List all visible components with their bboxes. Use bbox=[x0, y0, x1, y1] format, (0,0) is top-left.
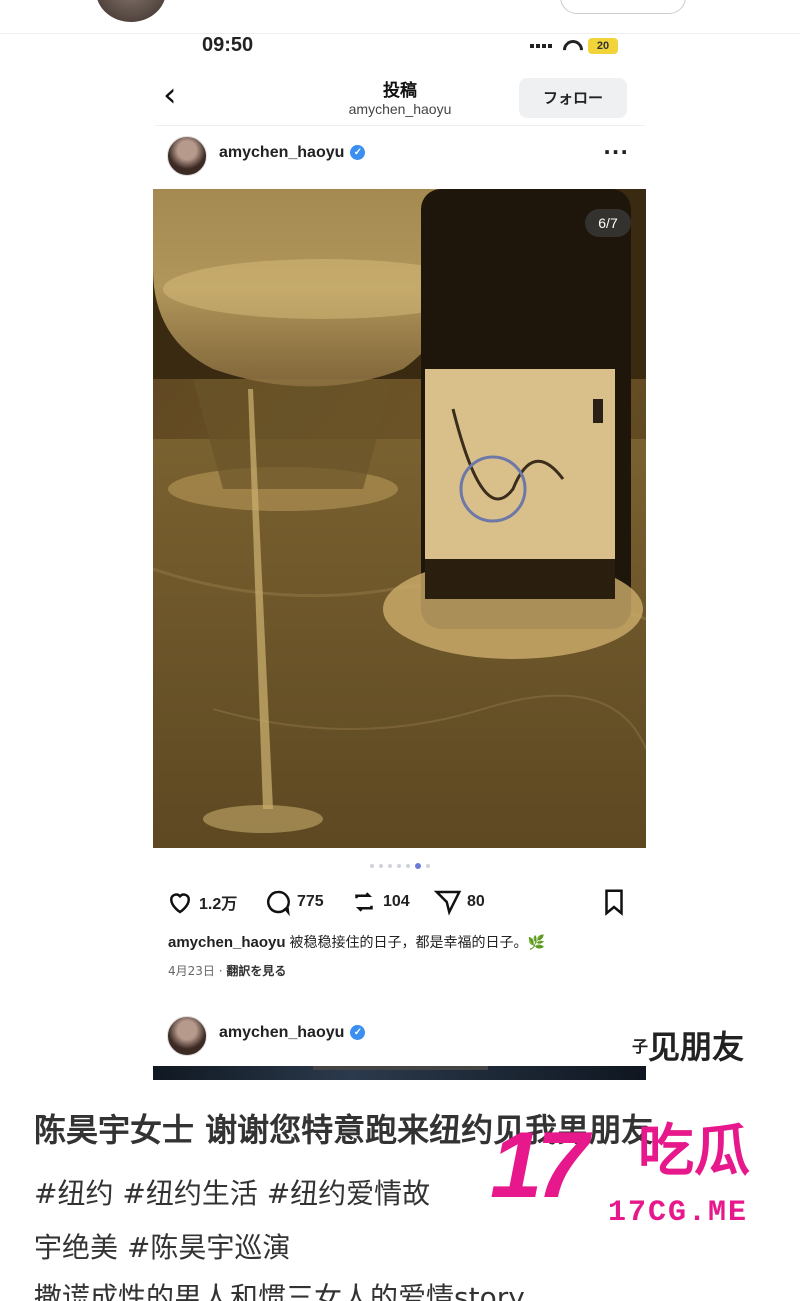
comment-icon bbox=[267, 890, 290, 917]
status-icons: 20 bbox=[530, 38, 618, 54]
status-time: 09:50 bbox=[202, 34, 254, 56]
like-button[interactable]: 1.2万 bbox=[165, 884, 237, 920]
cropped-top-bar bbox=[0, 0, 800, 34]
status-bar: 09:50 20 bbox=[150, 34, 650, 58]
article-line-3: 撒谎成性的男人和惯三女人的爱情story bbox=[34, 1281, 525, 1301]
comment-button[interactable]: 775 bbox=[263, 884, 324, 920]
cropped-button bbox=[560, 0, 686, 14]
post-username[interactable]: amychen_haoyu ✓ bbox=[219, 144, 366, 162]
more-dots-icon[interactable]: ··· bbox=[603, 140, 629, 164]
verified-badge-icon: ✓ bbox=[350, 145, 366, 161]
bookmark-button[interactable] bbox=[599, 884, 629, 920]
caption-text: 被稳稳接住的日子，都是幸福的日子。 bbox=[289, 935, 528, 951]
carousel-dots bbox=[370, 863, 430, 869]
share-count: 80 bbox=[467, 893, 485, 910]
post-date: 4月23日 bbox=[168, 964, 215, 978]
leaf-emoji: 🌿 bbox=[527, 935, 545, 951]
carousel-dot bbox=[397, 864, 401, 868]
heart-icon bbox=[169, 893, 191, 914]
translate-link[interactable]: 翻訳を見る bbox=[226, 964, 286, 978]
carousel-dot bbox=[388, 864, 392, 868]
follow-button[interactable]: フォロー bbox=[519, 78, 627, 118]
caption-username[interactable]: amychen_haoyu bbox=[168, 934, 286, 951]
watermark-chinese: 吃瓜 bbox=[638, 1119, 750, 1184]
repost-count: 104 bbox=[383, 893, 410, 910]
watermark-logo: 17 吃瓜 17CG.ME bbox=[488, 1118, 788, 1238]
post-meta: 4月23日 · 翻訳を見る bbox=[168, 964, 287, 978]
wine-photo bbox=[153, 189, 646, 848]
photo-page-indicator: 6/7 bbox=[585, 209, 631, 237]
carousel-dot bbox=[379, 864, 383, 868]
comment-count: 775 bbox=[297, 893, 324, 910]
next-post-header: amychen_haoyu ✓ bbox=[155, 1010, 645, 1070]
verified-badge-icon: ✓ bbox=[350, 1025, 366, 1041]
repost-button[interactable]: 104 bbox=[349, 884, 410, 920]
carousel-dot bbox=[415, 863, 421, 869]
avatar[interactable] bbox=[167, 1016, 207, 1056]
side-caption-big: 见朋友 bbox=[648, 1028, 745, 1066]
carousel-dot bbox=[370, 864, 374, 868]
avatar[interactable] bbox=[167, 136, 207, 176]
post-username[interactable]: amychen_haoyu ✓ bbox=[219, 1024, 366, 1042]
carousel-dot bbox=[426, 864, 430, 868]
carousel-dot bbox=[406, 864, 410, 868]
post-header: amychen_haoyu ✓ ··· bbox=[155, 132, 645, 180]
repost-icon bbox=[355, 892, 373, 912]
share-button[interactable]: 80 bbox=[433, 884, 485, 920]
username-text[interactable]: amychen_haoyu bbox=[219, 1024, 344, 1041]
article-tags-2: 宇绝美 #陈昊宇巡演 bbox=[34, 1231, 291, 1264]
post-actions: 1.2万 775 104 80 bbox=[155, 884, 645, 920]
send-icon bbox=[433, 890, 462, 916]
side-caption: 子见朋友 bbox=[632, 1022, 744, 1068]
post-caption: amychen_haoyu 被稳稳接住的日子，都是幸福的日子。🌿 bbox=[168, 932, 638, 952]
next-post-image bbox=[153, 1066, 646, 1080]
battery-icon: 20 bbox=[588, 38, 618, 54]
signal-icon bbox=[530, 44, 552, 48]
username-text[interactable]: amychen_haoyu bbox=[219, 144, 344, 161]
side-caption-small: 子 bbox=[632, 1037, 649, 1056]
wifi-icon bbox=[562, 40, 578, 52]
watermark-number: 17 bbox=[490, 1112, 589, 1217]
watermark-url: 17CG.ME bbox=[608, 1196, 749, 1230]
nav-header: ‹ 投稿 amychen_haoyu フォロー bbox=[155, 68, 645, 126]
article-tags-1: #纽约 #纽约生活 #纽约爱情故 bbox=[34, 1177, 431, 1210]
post-photo[interactable] bbox=[153, 189, 646, 848]
like-count: 1.2万 bbox=[199, 896, 238, 913]
avatar bbox=[96, 0, 166, 22]
bookmark-icon bbox=[605, 889, 623, 916]
